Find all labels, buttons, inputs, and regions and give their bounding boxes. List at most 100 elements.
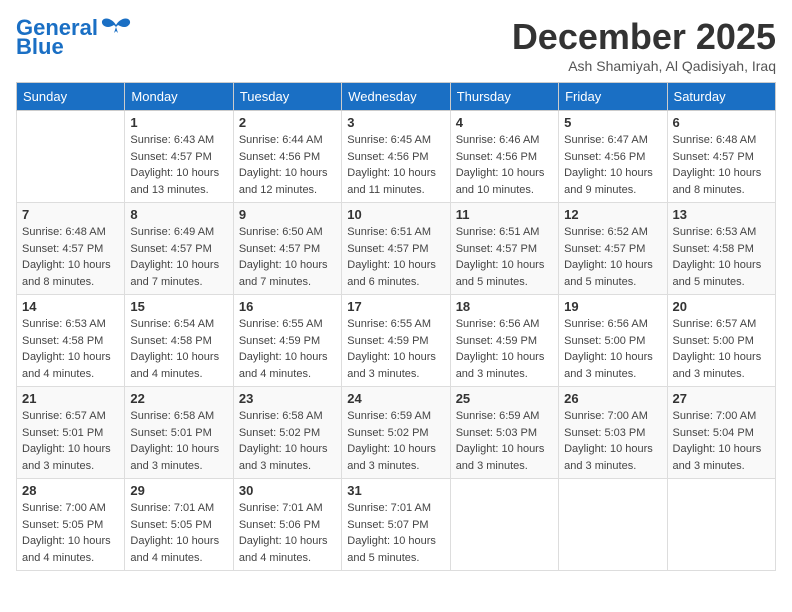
calendar-cell: 5 Sunrise: 6:47 AM Sunset: 4:56 PM Daylig…: [559, 111, 667, 203]
calendar-cell: 1 Sunrise: 6:43 AM Sunset: 4:57 PM Daylig…: [125, 111, 233, 203]
calendar-cell: 12 Sunrise: 6:52 AM Sunset: 4:57 PM Dayli…: [559, 203, 667, 295]
title-block: December 2025 Ash Shamiyah, Al Qadisiyah…: [512, 16, 776, 74]
calendar-week-row: 7 Sunrise: 6:48 AM Sunset: 4:57 PM Daylig…: [17, 203, 776, 295]
calendar-cell: 16 Sunrise: 6:55 AM Sunset: 4:59 PM Dayli…: [233, 295, 341, 387]
day-number: 19: [564, 299, 661, 314]
cell-sun-info: Sunrise: 6:48 AM Sunset: 4:57 PM Dayligh…: [22, 224, 119, 290]
cell-sun-info: Sunrise: 6:44 AM Sunset: 4:56 PM Dayligh…: [239, 132, 336, 198]
page-header: General Blue December 2025 Ash Shamiyah,…: [16, 16, 776, 74]
calendar-cell: 4 Sunrise: 6:46 AM Sunset: 4:56 PM Daylig…: [450, 111, 558, 203]
calendar-cell: 7 Sunrise: 6:48 AM Sunset: 4:57 PM Daylig…: [17, 203, 125, 295]
day-number: 12: [564, 207, 661, 222]
calendar-cell: 6 Sunrise: 6:48 AM Sunset: 4:57 PM Daylig…: [667, 111, 775, 203]
weekday-header-monday: Monday: [125, 83, 233, 111]
calendar-week-row: 21Sunrise: 6:57 AM Sunset: 5:01 PM Dayli…: [17, 387, 776, 479]
calendar-week-row: 14 Sunrise: 6:53 AM Sunset: 4:58 PM Dayli…: [17, 295, 776, 387]
calendar-cell: 9 Sunrise: 6:50 AM Sunset: 4:57 PM Daylig…: [233, 203, 341, 295]
cell-sun-info: Sunrise: 6:59 AM Sunset: 5:03 PM Dayligh…: [456, 408, 553, 474]
cell-sun-info: Sunrise: 6:53 AM Sunset: 4:58 PM Dayligh…: [673, 224, 770, 290]
cell-sun-info: Sunrise: 6:51 AM Sunset: 4:57 PM Dayligh…: [456, 224, 553, 290]
cell-sun-info: Sunrise: 7:00 AM Sunset: 5:04 PM Dayligh…: [673, 408, 770, 474]
calendar-cell: 15Sunrise: 6:54 AM Sunset: 4:58 PM Dayli…: [125, 295, 233, 387]
calendar-cell: 23 Sunrise: 6:58 AM Sunset: 5:02 PM Dayli…: [233, 387, 341, 479]
weekday-header-tuesday: Tuesday: [233, 83, 341, 111]
calendar-cell: 21Sunrise: 6:57 AM Sunset: 5:01 PM Dayli…: [17, 387, 125, 479]
day-number: 1: [130, 115, 227, 130]
weekday-header-wednesday: Wednesday: [342, 83, 450, 111]
calendar-cell: 19 Sunrise: 6:56 AM Sunset: 5:00 PM Dayli…: [559, 295, 667, 387]
location: Ash Shamiyah, Al Qadisiyah, Iraq: [512, 58, 776, 74]
cell-sun-info: Sunrise: 6:46 AM Sunset: 4:56 PM Dayligh…: [456, 132, 553, 198]
day-number: 21: [22, 391, 119, 406]
cell-sun-info: Sunrise: 6:47 AM Sunset: 4:56 PM Dayligh…: [564, 132, 661, 198]
cell-sun-info: Sunrise: 6:59 AM Sunset: 5:02 PM Dayligh…: [347, 408, 444, 474]
cell-sun-info: Sunrise: 6:43 AM Sunset: 4:57 PM Dayligh…: [130, 132, 227, 198]
cell-sun-info: Sunrise: 6:45 AM Sunset: 4:56 PM Dayligh…: [347, 132, 444, 198]
cell-sun-info: Sunrise: 6:51 AM Sunset: 4:57 PM Dayligh…: [347, 224, 444, 290]
calendar-cell: 27Sunrise: 7:00 AM Sunset: 5:04 PM Dayli…: [667, 387, 775, 479]
calendar-cell: 20Sunrise: 6:57 AM Sunset: 5:00 PM Dayli…: [667, 295, 775, 387]
calendar-cell: 8 Sunrise: 6:49 AM Sunset: 4:57 PM Daylig…: [125, 203, 233, 295]
calendar-cell: 29Sunrise: 7:01 AM Sunset: 5:05 PM Dayli…: [125, 479, 233, 571]
cell-sun-info: Sunrise: 7:00 AM Sunset: 5:05 PM Dayligh…: [22, 500, 119, 566]
day-number: 26: [564, 391, 661, 406]
weekday-header-sunday: Sunday: [17, 83, 125, 111]
calendar-cell: 30 Sunrise: 7:01 AM Sunset: 5:06 PM Dayli…: [233, 479, 341, 571]
cell-sun-info: Sunrise: 6:55 AM Sunset: 4:59 PM Dayligh…: [239, 316, 336, 382]
cell-sun-info: Sunrise: 6:56 AM Sunset: 4:59 PM Dayligh…: [456, 316, 553, 382]
day-number: 9: [239, 207, 336, 222]
logo-blue-text: Blue: [16, 36, 64, 58]
day-number: 23: [239, 391, 336, 406]
day-number: 10: [347, 207, 444, 222]
calendar-cell: 13Sunrise: 6:53 AM Sunset: 4:58 PM Dayli…: [667, 203, 775, 295]
calendar-cell: 14 Sunrise: 6:53 AM Sunset: 4:58 PM Dayli…: [17, 295, 125, 387]
day-number: 30: [239, 483, 336, 498]
weekday-header-friday: Friday: [559, 83, 667, 111]
day-number: 7: [22, 207, 119, 222]
cell-sun-info: Sunrise: 6:52 AM Sunset: 4:57 PM Dayligh…: [564, 224, 661, 290]
calendar-cell: [17, 111, 125, 203]
calendar-cell: 10 Sunrise: 6:51 AM Sunset: 4:57 PM Dayli…: [342, 203, 450, 295]
day-number: 14: [22, 299, 119, 314]
cell-sun-info: Sunrise: 6:49 AM Sunset: 4:57 PM Dayligh…: [130, 224, 227, 290]
weekday-header-saturday: Saturday: [667, 83, 775, 111]
cell-sun-info: Sunrise: 6:57 AM Sunset: 5:00 PM Dayligh…: [673, 316, 770, 382]
calendar-cell: 17 Sunrise: 6:55 AM Sunset: 4:59 PM Dayli…: [342, 295, 450, 387]
weekday-header-thursday: Thursday: [450, 83, 558, 111]
cell-sun-info: Sunrise: 6:50 AM Sunset: 4:57 PM Dayligh…: [239, 224, 336, 290]
day-number: 8: [130, 207, 227, 222]
day-number: 6: [673, 115, 770, 130]
day-number: 16: [239, 299, 336, 314]
day-number: 2: [239, 115, 336, 130]
day-number: 22: [130, 391, 227, 406]
logo: General Blue: [16, 16, 132, 58]
calendar-cell: [559, 479, 667, 571]
calendar-cell: 31Sunrise: 7:01 AM Sunset: 5:07 PM Dayli…: [342, 479, 450, 571]
logo-bird-icon: [100, 17, 132, 39]
day-number: 25: [456, 391, 553, 406]
calendar-week-row: 28 Sunrise: 7:00 AM Sunset: 5:05 PM Dayli…: [17, 479, 776, 571]
cell-sun-info: Sunrise: 6:55 AM Sunset: 4:59 PM Dayligh…: [347, 316, 444, 382]
calendar-cell: [667, 479, 775, 571]
cell-sun-info: Sunrise: 7:01 AM Sunset: 5:06 PM Dayligh…: [239, 500, 336, 566]
weekday-header-row: SundayMondayTuesdayWednesdayThursdayFrid…: [17, 83, 776, 111]
cell-sun-info: Sunrise: 6:56 AM Sunset: 5:00 PM Dayligh…: [564, 316, 661, 382]
cell-sun-info: Sunrise: 6:53 AM Sunset: 4:58 PM Dayligh…: [22, 316, 119, 382]
calendar-cell: 25 Sunrise: 6:59 AM Sunset: 5:03 PM Dayli…: [450, 387, 558, 479]
day-number: 29: [130, 483, 227, 498]
calendar-cell: 3Sunrise: 6:45 AM Sunset: 4:56 PM Daylig…: [342, 111, 450, 203]
day-number: 28: [22, 483, 119, 498]
day-number: 15: [130, 299, 227, 314]
cell-sun-info: Sunrise: 7:01 AM Sunset: 5:07 PM Dayligh…: [347, 500, 444, 566]
cell-sun-info: Sunrise: 6:58 AM Sunset: 5:02 PM Dayligh…: [239, 408, 336, 474]
calendar-week-row: 1 Sunrise: 6:43 AM Sunset: 4:57 PM Daylig…: [17, 111, 776, 203]
month-title: December 2025: [512, 16, 776, 58]
day-number: 5: [564, 115, 661, 130]
calendar-cell: [450, 479, 558, 571]
calendar-cell: 11Sunrise: 6:51 AM Sunset: 4:57 PM Dayli…: [450, 203, 558, 295]
calendar-cell: 18Sunrise: 6:56 AM Sunset: 4:59 PM Dayli…: [450, 295, 558, 387]
day-number: 17: [347, 299, 444, 314]
cell-sun-info: Sunrise: 6:48 AM Sunset: 4:57 PM Dayligh…: [673, 132, 770, 198]
day-number: 4: [456, 115, 553, 130]
calendar-table: SundayMondayTuesdayWednesdayThursdayFrid…: [16, 82, 776, 571]
